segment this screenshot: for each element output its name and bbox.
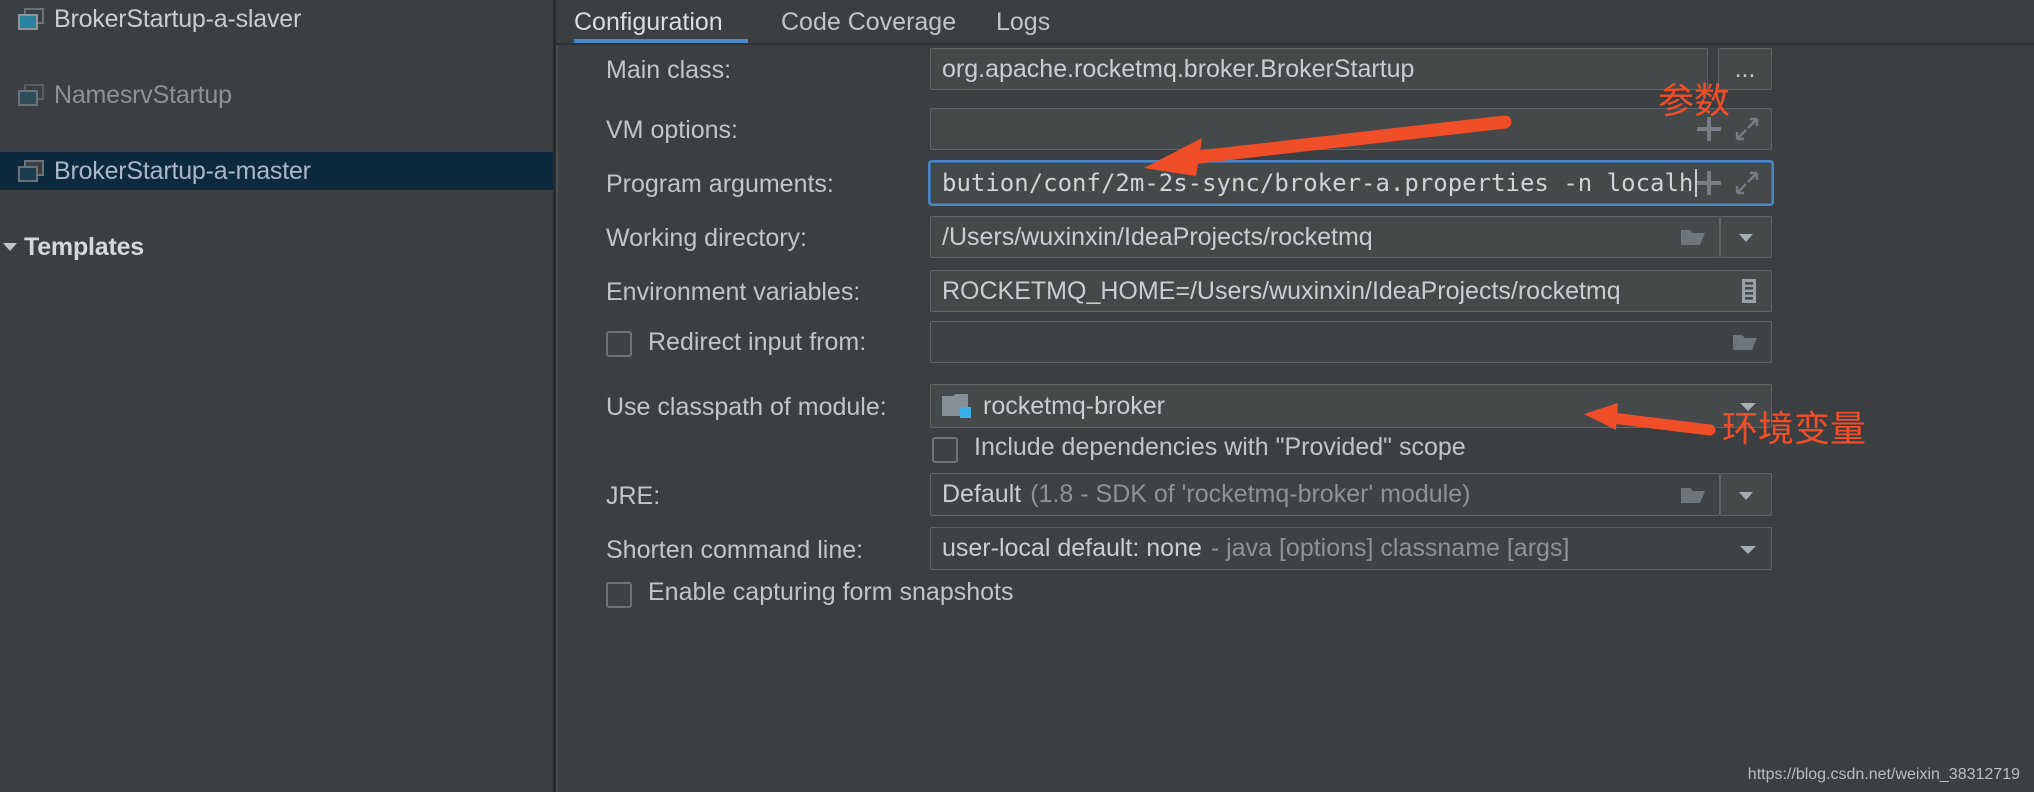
redirect-input-path-input[interactable] [930,321,1772,363]
working-directory-value: /Users/wuxinxin/IdeaProjects/rocketmq [942,222,1373,251]
chevron-down-icon [1735,226,1757,248]
classpath-module-value: rocketmq-broker [983,391,1165,420]
chevron-down-icon[interactable] [0,238,18,256]
edit-list-icon[interactable] [1739,278,1759,304]
classpath-module-label: Use classpath of module: [606,393,887,421]
working-directory-label: Working directory: [606,224,807,252]
chevron-down-icon [1735,484,1757,506]
expand-icon[interactable] [1735,171,1759,195]
classpath-module-select[interactable]: rocketmq-broker [930,384,1772,428]
folder-icon[interactable] [1731,331,1759,353]
include-provided-checkbox[interactable] [932,437,958,463]
run-config-icon [18,84,44,106]
form-snapshots-label: Enable capturing form snapshots [648,578,1014,606]
environment-variables-input[interactable]: ROCKETMQ_HOME=/Users/wuxinxin/IdeaProjec… [930,270,1772,312]
sidebar-item-brokerstartup-a-master[interactable]: BrokerStartup-a-master [0,152,553,190]
tab-logs[interactable]: Logs [996,0,1050,44]
shorten-command-line-value: user-local default: none [942,534,1202,562]
shorten-command-line-label: Shorten command line: [606,536,864,564]
program-arguments-value: bution/conf/2m-2s-sync/broker-a.properti… [942,169,1694,197]
configuration-panel: Configuration Code Coverage Logs Main cl… [556,0,2034,792]
run-config-icon [18,8,44,30]
tab-code-coverage[interactable]: Code Coverage [781,0,956,44]
environment-variables-value: ROCKETMQ_HOME=/Users/wuxinxin/IdeaProjec… [942,276,1621,305]
watermark: https://blog.csdn.net/weixin_38312719 [1747,766,2020,783]
working-directory-dropdown-button[interactable] [1720,216,1772,258]
tab-separator [556,43,2034,45]
sidebar-item-label: BrokerStartup-a-slaver [54,4,302,33]
environment-variables-label: Environment variables: [606,278,861,306]
sidebar-group-templates[interactable]: Templates [0,228,553,266]
sidebar-item-label: BrokerStartup-a-master [54,156,311,185]
annotation-label-environment-variables: 环境变量 [1722,409,1867,450]
jre-label: JRE: [606,482,661,510]
tab-configuration[interactable]: Configuration [574,0,723,44]
idea-run-configuration-dialog: BrokerStartup-a-slaver NamesrvStartup Br… [0,0,2034,792]
module-icon [942,394,972,418]
run-config-icon [18,160,44,182]
add-macro-icon[interactable] [1697,171,1721,195]
working-directory-input[interactable]: /Users/wuxinxin/IdeaProjects/rocketmq [930,216,1720,258]
folder-icon[interactable] [1679,484,1707,506]
sidebar-item-namesrvstartup[interactable]: NamesrvStartup [0,76,553,114]
jre-hint: (1.8 - SDK of 'rocketmq-broker' module) [1030,480,1471,508]
jre-select[interactable]: Default (1.8 - SDK of 'rocketmq-broker' … [930,473,1720,516]
redirect-input-label: Redirect input from: [648,328,867,356]
sidebar-item-brokerstartup-a-slaver[interactable]: BrokerStartup-a-slaver [0,0,553,38]
run-configuration-list: BrokerStartup-a-slaver NamesrvStartup Br… [0,0,553,792]
annotation-label-parameters: 参数 [1658,81,1731,122]
jre-dropdown-button[interactable] [1720,473,1772,516]
redirect-input-checkbox[interactable] [606,331,632,357]
vm-options-input[interactable] [930,108,1772,150]
tab-bar: Configuration Code Coverage Logs [556,0,2034,45]
main-class-label: Main class: [606,56,732,84]
shorten-command-line-select[interactable]: user-local default: none - java [options… [930,527,1772,570]
include-provided-label: Include dependencies with "Provided" sco… [974,433,1466,461]
vm-options-label: VM options: [606,116,739,144]
main-class-value: org.apache.rocketmq.broker.BrokerStartup [942,54,1415,83]
main-class-input[interactable]: org.apache.rocketmq.broker.BrokerStartup [930,48,1708,90]
program-arguments-label: Program arguments: [606,170,834,198]
jre-value: Default [942,480,1022,508]
shorten-command-line-hint: - java [options] classname [args] [1210,534,1570,562]
form-snapshots-checkbox[interactable] [606,582,632,608]
folder-icon[interactable] [1679,226,1707,248]
sidebar-item-label: NamesrvStartup [54,80,232,109]
sidebar-group-label: Templates [24,232,145,261]
expand-icon[interactable] [1735,117,1759,141]
main-class-browse-label: ... [1734,54,1756,83]
program-arguments-input[interactable]: bution/conf/2m-2s-sync/broker-a.properti… [930,162,1772,204]
chevron-down-icon[interactable] [1737,538,1759,560]
